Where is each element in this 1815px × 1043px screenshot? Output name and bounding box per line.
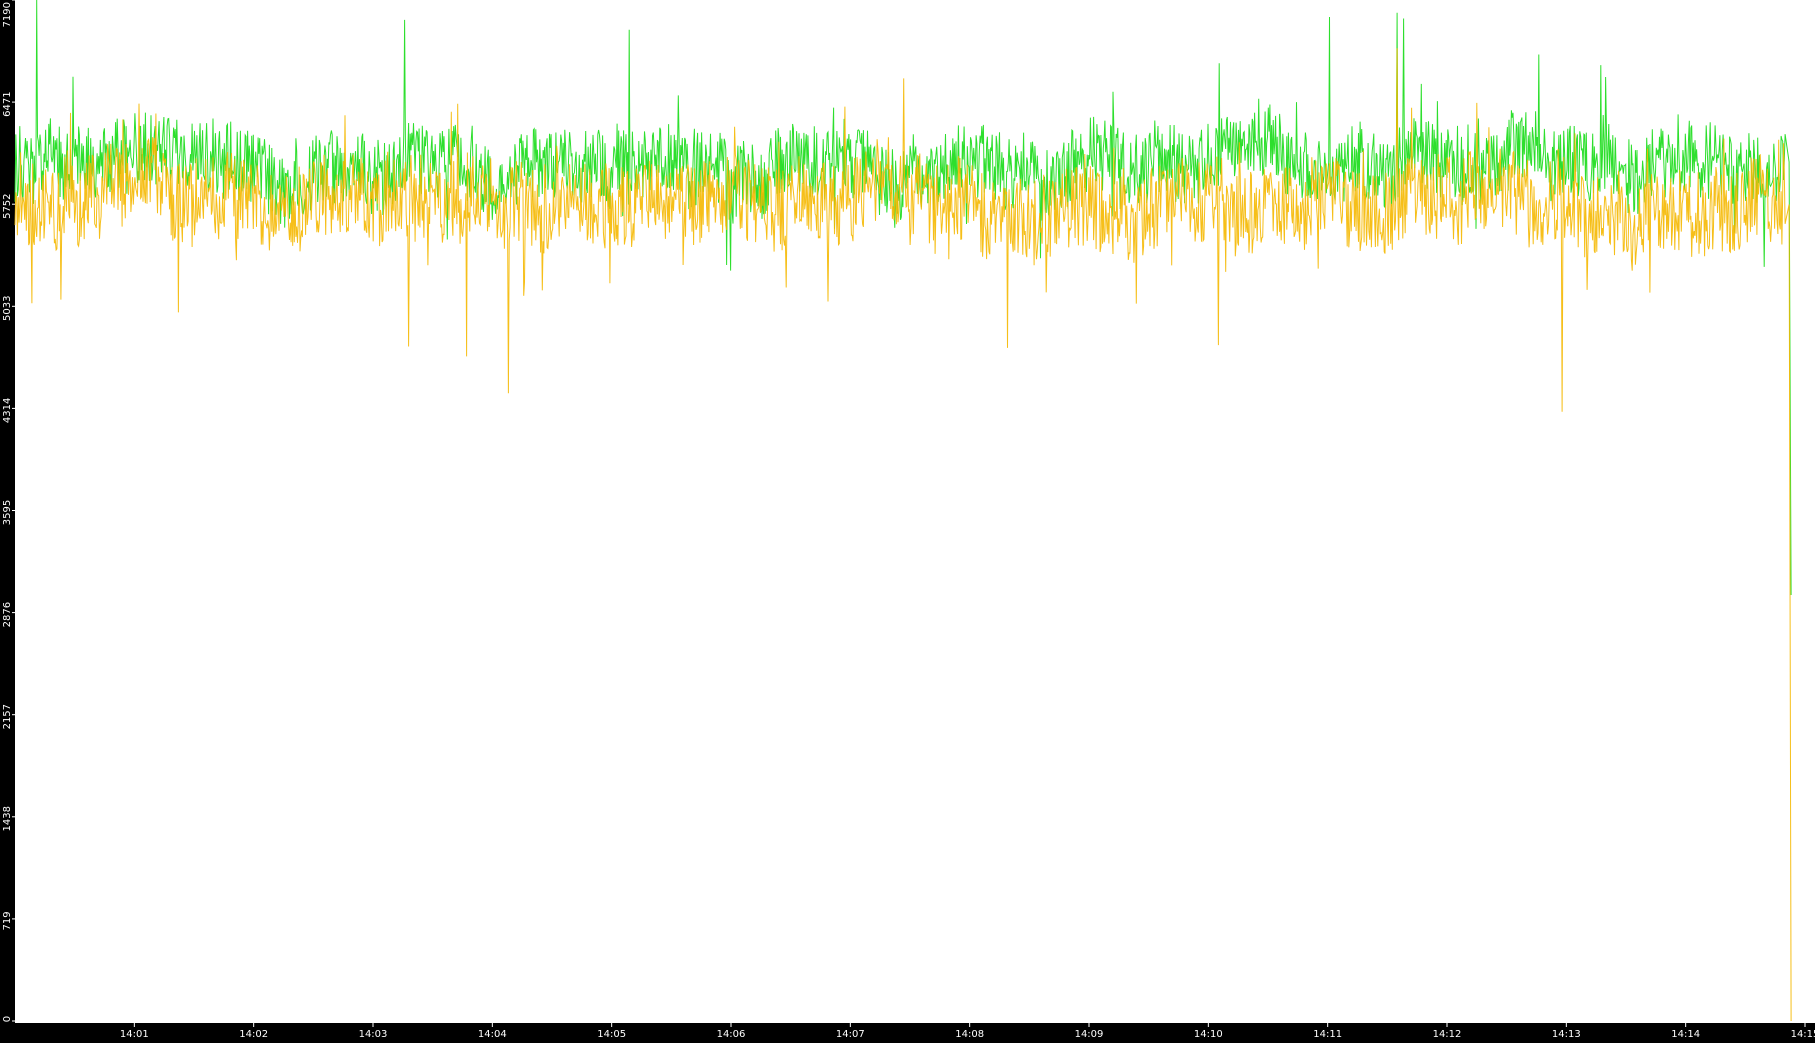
x-tick-label: 14:06: [717, 1029, 746, 1039]
y-tick-label: 7190: [2, 2, 13, 27]
y-tick-label: 2157: [2, 704, 13, 729]
line-chart: 0 719 1438 2157 2876 3595 4314 5033 5752 6471 7190…: [0, 0, 1815, 1040]
x-tick-label: 14:08: [955, 1029, 984, 1039]
x-tick-label: 14:04: [478, 1029, 507, 1039]
x-tick-label: 14:15: [1791, 1029, 1815, 1039]
y-tick-label: 5033: [2, 296, 13, 321]
x-tick-label: 14:09: [1075, 1029, 1104, 1039]
x-tick-label: 14:11: [1313, 1029, 1342, 1039]
x-tick-label: 14:14: [1671, 1029, 1700, 1039]
chart-root: 0 719 1438 2157 2876 3595 4314 5033 5752 6471 7190…: [0, 0, 1815, 1040]
x-tick-label: 14:05: [597, 1029, 626, 1039]
x-tick-label: 14:02: [239, 1029, 268, 1039]
x-tick-label: 14:13: [1552, 1029, 1581, 1039]
y-tick-label: 0: [2, 1016, 13, 1022]
y-tick-label: 1438: [2, 806, 13, 831]
y-tick-label: 4314: [2, 398, 13, 423]
x-tick-label: 14:03: [359, 1029, 388, 1039]
y-tick-label: 6471: [2, 91, 13, 116]
y-tick-label: 719: [2, 911, 13, 930]
x-tick-label: 14:07: [836, 1029, 865, 1039]
x-tick-label: 14:01: [120, 1029, 149, 1039]
y-tick-label: 2876: [2, 602, 13, 627]
y-tick-label: 3595: [2, 500, 13, 525]
x-tick-label: 14:12: [1433, 1029, 1462, 1039]
x-tick-label: 14:10: [1194, 1029, 1223, 1039]
y-tick-label: 5752: [2, 193, 13, 218]
